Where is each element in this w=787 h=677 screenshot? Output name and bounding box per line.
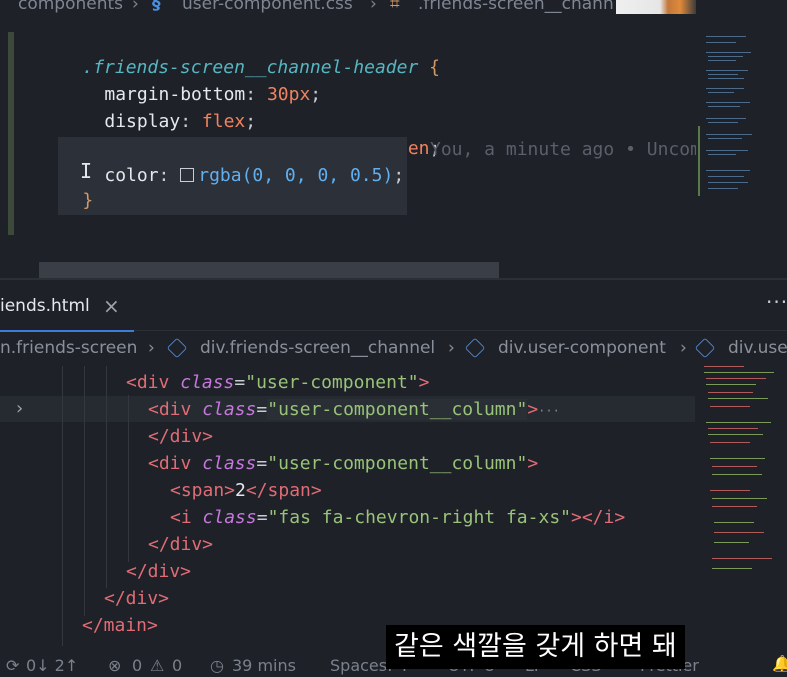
html-line-5[interactable]: <span>2</span>	[170, 478, 322, 504]
top-breadcrumb: components › § user-component.css › ⌗ .f…	[0, 0, 620, 14]
html-line-4[interactable]: <div class="user-component__column">	[148, 451, 538, 477]
cube-icon	[166, 337, 192, 359]
html-line-9[interactable]: </div>	[104, 586, 169, 612]
css-editor[interactable]: .friends-screen__channel-header { margin…	[0, 14, 787, 279]
html-line-10[interactable]: </main>	[82, 613, 158, 639]
sync-icon[interactable]: ⟳	[6, 656, 19, 675]
html-line-3[interactable]: </div>	[148, 424, 213, 450]
breadcrumb-item[interactable]: div.friends-screen__channel	[200, 338, 435, 358]
html-minimap[interactable]	[700, 362, 787, 582]
close-icon[interactable]: ×	[103, 294, 120, 318]
pane-divider[interactable]	[0, 278, 787, 280]
history-icon[interactable]: ◷	[210, 656, 224, 675]
html-line-8[interactable]: </div>	[126, 559, 191, 585]
bell-icon[interactable]: 🔔	[772, 654, 787, 673]
breadcrumb-symbol[interactable]: .friends-screen__chann	[418, 0, 614, 14]
css-selector-icon: ⌗	[390, 0, 400, 14]
more-actions-icon[interactable]: ···	[766, 290, 787, 314]
html-line-7[interactable]: </div>	[148, 532, 213, 558]
warning-count[interactable]: 0	[172, 656, 182, 675]
tab-label[interactable]: iends.html	[0, 296, 90, 316]
css-minimap[interactable]	[698, 30, 787, 198]
folded-ellipsis: ···	[538, 404, 560, 418]
css-line-4-current[interactable]: color: rgba(0, 0, 0, 0.5);	[58, 137, 408, 215]
breadcrumb-item[interactable]: n.friends-screen	[0, 338, 137, 358]
html-line-6[interactable]: <i class="fas fa-chevron-right fa-xs"></…	[170, 505, 625, 531]
breadcrumb-item[interactable]: div.user-component	[498, 338, 666, 358]
html-editor[interactable]: <div class="user-component"> <div class=…	[0, 366, 787, 646]
html-line-1[interactable]: <div class="user-component">	[126, 370, 429, 396]
error-icon[interactable]: ⊗	[108, 656, 121, 675]
html-line-2[interactable]: <div class="user-component__column">···	[148, 397, 560, 424]
sync-status[interactable]: 0↓ 2↑	[26, 656, 78, 675]
cube-icon	[464, 337, 490, 359]
git-change-gutter	[8, 32, 14, 235]
video-subtitle: 같은 색깔을 갖게 하면 돼	[386, 625, 685, 669]
horizontal-scrollbar[interactable]	[39, 262, 499, 279]
git-blame-annotation: You, a minute ago • Uncom	[430, 139, 696, 160]
time-tracker[interactable]: 39 mins	[232, 656, 296, 675]
breadcrumb-file[interactable]: user-component.css	[182, 0, 353, 14]
error-count[interactable]: 0	[132, 656, 142, 675]
css-file-icon: §	[152, 0, 161, 14]
breadcrumb-item[interactable]: div.use	[728, 338, 787, 358]
text-cursor-icon: I	[80, 159, 93, 183]
cube-icon	[694, 337, 720, 359]
breadcrumb-folder[interactable]: components	[18, 0, 123, 14]
warning-icon[interactable]: ⚠	[150, 656, 164, 675]
html-breadcrumb: n.friends-screen › div.friends-screen__c…	[0, 337, 787, 359]
color-swatch-icon[interactable]	[180, 168, 195, 182]
